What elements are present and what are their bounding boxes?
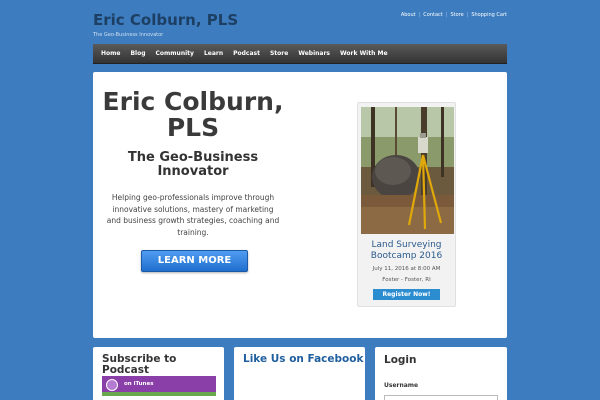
nav-item-blog[interactable]: Blog (125, 50, 150, 57)
login-widget: Login Username (375, 347, 507, 400)
nav-item-podcast[interactable]: Podcast (228, 50, 265, 57)
top-link-shopping-cart[interactable]: Shopping Cart (471, 12, 507, 18)
separator: | (418, 12, 421, 18)
nav-item-home[interactable]: Home (96, 50, 125, 57)
event-card: Land Surveying Bootcamp 2016 July 11, 20… (357, 102, 456, 307)
username-input[interactable] (384, 395, 498, 400)
top-link-about[interactable]: About (401, 12, 416, 18)
top-links: About | Contact | Store | Shopping Cart (401, 12, 507, 18)
subscribe-widget: Subscribe to Podcast on iTunes (93, 347, 224, 400)
event-title[interactable]: Land Surveying Bootcamp 2016 (358, 240, 455, 262)
separator: | (466, 12, 469, 18)
hero-description: Helping geo-professionals improve throug… (106, 193, 280, 237)
itunes-label: on iTunes (124, 381, 154, 387)
username-label: Username (384, 382, 419, 389)
learn-more-button[interactable]: LEARN MORE (141, 250, 248, 272)
itunes-badge[interactable]: on iTunes (102, 376, 216, 396)
nav-item-learn[interactable]: Learn (199, 50, 228, 57)
hero-title: Eric Colburn, PLS (102, 87, 284, 142)
event-location: Foster - Foster, RI (382, 277, 431, 283)
subscribe-title: Subscribe to Podcast (102, 353, 177, 376)
site-title[interactable]: Eric Colburn, PLS (93, 11, 238, 29)
survey-photo-image (361, 107, 454, 234)
event-photo[interactable] (361, 107, 454, 234)
badge-strip (102, 392, 216, 396)
login-title: Login (384, 354, 417, 366)
nav-item-work-with-me[interactable]: Work With Me (335, 50, 393, 57)
nav-item-community[interactable]: Community (151, 50, 199, 57)
nav-item-webinars[interactable]: Webinars (293, 50, 335, 57)
facebook-widget: Like Us on Facebook (234, 347, 365, 400)
site-tagline: The Geo-Business Innovator (93, 32, 164, 38)
event-date: July 11, 2016 at 8:00 AM (372, 266, 441, 272)
nav-item-store[interactable]: Store (265, 50, 293, 57)
facebook-title[interactable]: Like Us on Facebook (243, 354, 363, 365)
top-link-contact[interactable]: Contact (423, 12, 442, 18)
hero-panel: Eric Colburn, PLS The Geo-Business Innov… (93, 72, 507, 338)
main-nav: Home Blog Community Learn Podcast Store … (93, 44, 507, 64)
hero-subtitle: The Geo-Business Innovator (127, 150, 259, 179)
separator: | (445, 12, 448, 18)
register-now-button[interactable]: Register Now! (373, 289, 440, 300)
top-link-store[interactable]: Store (450, 12, 463, 18)
podcast-icon (106, 379, 118, 391)
